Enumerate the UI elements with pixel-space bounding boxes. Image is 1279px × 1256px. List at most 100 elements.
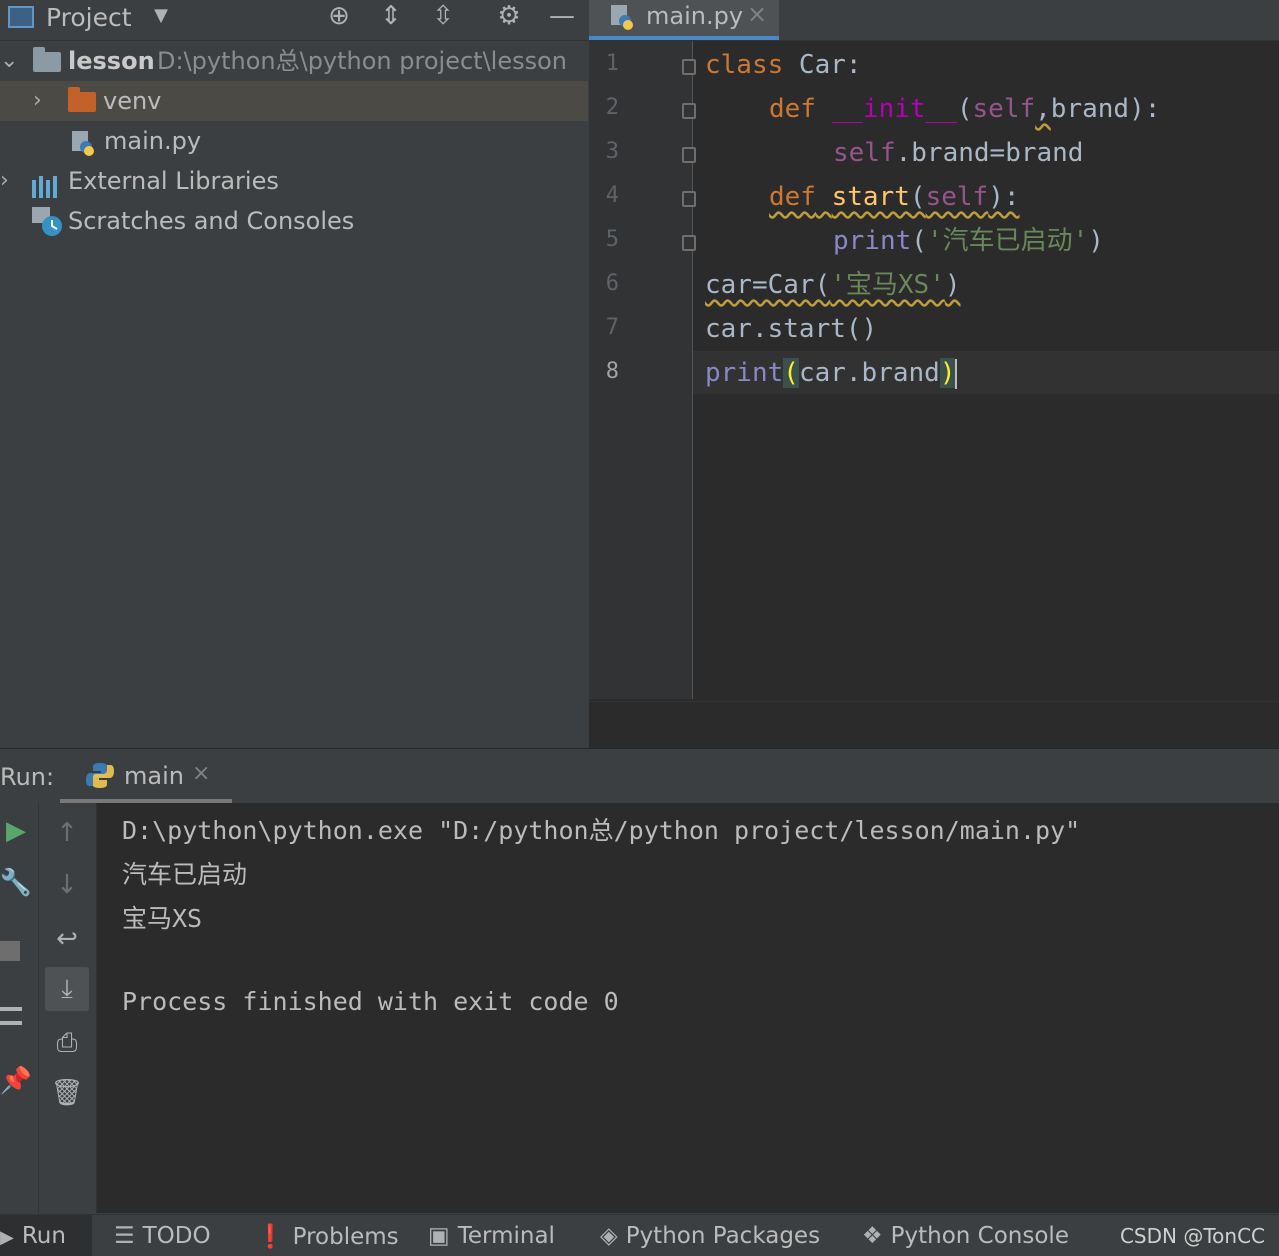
layout-icon[interactable] (0, 1007, 22, 1025)
code-line-8: print(car.brand) (705, 351, 958, 395)
code-warning-span: car=Car('宝马XS') (705, 270, 961, 300)
tab-main-py[interactable]: main.py × (589, 0, 779, 40)
fold-marker-icon[interactable] (682, 147, 696, 163)
code-line-6: car=Car('宝马XS') (705, 263, 961, 307)
code-keyword: def (769, 182, 816, 212)
close-icon[interactable]: × (192, 761, 210, 786)
code-builtin: print (705, 358, 784, 388)
tree-item-label: External Libraries (68, 167, 279, 195)
tree-item-scratches[interactable]: Scratches and Consoles (0, 201, 588, 241)
code-string: '宝马XS' (830, 270, 945, 300)
tool-window-bar: ▶ Run ☰ TODO ❗ Problems ▣ Terminal ◈ Python P… (0, 1214, 1279, 1256)
tool-window-python-packages[interactable]: ◈ Python Packages (600, 1223, 820, 1249)
run-left-toolbar: ▶ 🔧 📌 (0, 803, 39, 1213)
tree-item-main-py[interactable]: main.py (0, 121, 588, 161)
tree-item-label: Scratches and Consoles (68, 207, 355, 235)
code-text: ( (783, 358, 799, 388)
tool-window-terminal[interactable]: ▣ Terminal (428, 1223, 555, 1249)
soft-wrap-icon[interactable]: ↩ (45, 917, 89, 961)
print-icon[interactable]: ⎙ (45, 1021, 89, 1065)
project-tree: ⌄ lesson D:\python总\python project\lesso… (0, 41, 588, 747)
code-function: __init__ (831, 94, 957, 124)
line-number: 6 (605, 271, 619, 296)
hide-icon[interactable]: — (545, 0, 579, 32)
list-icon: ☰ (114, 1223, 135, 1249)
code-warning-span: def start(self): (769, 182, 1020, 212)
code-text: car.start() (705, 314, 878, 344)
python-file-icon (611, 5, 635, 31)
code-text: car=Car( (705, 270, 831, 300)
code-line-7: car.start() (705, 307, 877, 351)
locate-icon[interactable]: ⊕ (322, 0, 356, 32)
folder-icon (33, 47, 61, 72)
fold-marker-icon[interactable] (682, 235, 696, 251)
expand-all-icon[interactable]: ⇕ (374, 0, 408, 32)
code-text: .brand=brand (895, 138, 1084, 168)
tool-window-todo[interactable]: ☰ TODO (114, 1223, 211, 1249)
code-line-1: class Car: (705, 43, 862, 87)
tree-item-venv[interactable]: › venv (0, 81, 588, 121)
fold-marker-icon[interactable] (682, 59, 696, 75)
fold-marker-icon[interactable] (682, 103, 696, 119)
line-number: 8 (605, 359, 619, 384)
line-number: 7 (605, 315, 619, 340)
close-icon[interactable]: × (747, 0, 767, 28)
console-line: 汽车已启动 (122, 860, 248, 889)
tool-window-label: Python Console (890, 1223, 1069, 1249)
line-number: 2 (605, 95, 619, 120)
text-caret (955, 358, 958, 389)
project-panel-title[interactable]: Project (46, 3, 132, 32)
project-view-icon[interactable] (8, 6, 34, 28)
code-text: ( (909, 182, 926, 212)
code-text: brand): (1050, 94, 1161, 124)
code-text: ( (956, 94, 973, 124)
tree-item-external-libraries[interactable]: › External Libraries (0, 161, 588, 201)
chevron-right-icon[interactable]: › (33, 81, 42, 121)
run-tab-label: main (124, 762, 184, 790)
tree-item-label: main.py (104, 127, 202, 155)
line-number: 3 (605, 139, 619, 164)
chevron-right-icon[interactable]: › (0, 161, 9, 201)
code-text: ( (911, 226, 927, 256)
tool-window-label: Terminal (457, 1223, 555, 1249)
code-line-2: def __init__(self,brand): (769, 87, 1160, 131)
folder-icon (68, 87, 96, 112)
run-tab-main[interactable]: main × (60, 749, 232, 803)
chevron-down-icon[interactable]: ⌄ (0, 41, 18, 81)
wrench-icon[interactable]: 🔧 (0, 861, 38, 905)
run-console-output[interactable]: D:\python\python.exe "D:/python总/python … (97, 803, 1279, 1213)
chevron-down-icon[interactable]: ▼ (144, 0, 178, 32)
code-text: ) (939, 358, 956, 388)
gear-icon[interactable]: ⚙ (492, 0, 526, 32)
trash-icon[interactable]: 🗑 (45, 1071, 89, 1115)
tool-window-label: Problems (292, 1224, 399, 1250)
run-console-toolbar: ↑ ↓ ↩ ⤓ ⎙ 🗑 (39, 803, 97, 1213)
tree-item-lesson[interactable]: ⌄ lesson D:\python总\python project\lesso… (0, 41, 588, 81)
down-arrow-icon[interactable]: ↓ (45, 863, 89, 907)
tool-window-run[interactable]: ▶ Run (0, 1223, 66, 1249)
tree-item-label: venv (103, 87, 162, 115)
code-editor[interactable]: 1 2 3 4 5 6 7 8 class Car: def __init__(… (589, 41, 1279, 701)
fold-marker-icon[interactable] (682, 191, 696, 207)
code-text: Car: (783, 50, 862, 80)
python-icon (86, 761, 114, 789)
tool-window-python-console[interactable]: ❖ Python Console (862, 1223, 1069, 1249)
play-icon: ▶ (0, 1227, 14, 1248)
collapse-all-icon[interactable]: ⇳ (426, 0, 460, 32)
stop-icon[interactable] (0, 941, 20, 961)
code-self: self (925, 182, 989, 212)
code-self: self (833, 138, 896, 168)
pin-icon[interactable]: 📌 (0, 1059, 38, 1103)
up-arrow-icon[interactable]: ↑ (45, 811, 89, 855)
editor-breadcrumb-bar (589, 701, 1279, 748)
watermark: CSDN @TonCC (1119, 1224, 1265, 1248)
scratches-icon (32, 207, 64, 237)
tool-window-problems[interactable]: ❗ Problems (256, 1223, 399, 1250)
line-number: 5 (605, 227, 619, 252)
tree-item-label: lesson (68, 47, 155, 75)
rerun-icon[interactable]: ▶ (0, 809, 38, 853)
tree-item-path: D:\python总\python project\lesson (157, 47, 567, 75)
scroll-to-end-icon[interactable]: ⤓ (45, 967, 89, 1011)
warning-icon: ❗ (256, 1224, 285, 1250)
code-text: ) (944, 270, 961, 300)
